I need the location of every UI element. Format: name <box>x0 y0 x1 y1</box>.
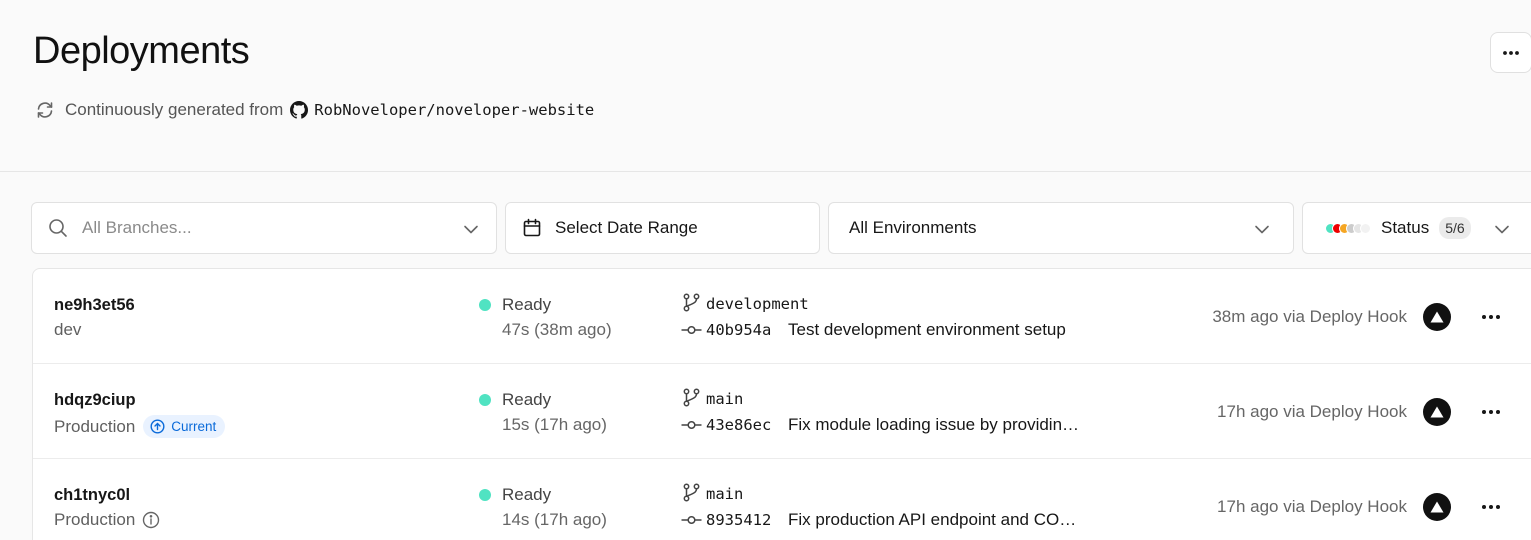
status-count-badge: 5/6 <box>1439 217 1471 239</box>
environment-name: dev <box>54 320 82 339</box>
commit-message[interactable]: Test development environment setup <box>788 320 1088 340</box>
deploy-source: 17h ago via Deploy Hook <box>1217 497 1407 516</box>
status-color-dots <box>1325 222 1371 234</box>
current-badge: Current <box>143 415 226 438</box>
row-more-button[interactable] <box>1478 305 1504 329</box>
page-header: Deployments Continuously generated from … <box>0 0 1531 172</box>
status-label: Ready <box>502 295 552 314</box>
status-label: Status <box>1381 218 1430 237</box>
branch-name[interactable]: main <box>706 485 743 503</box>
commit-hash[interactable]: 43e86ec <box>706 416 771 434</box>
deployment-row[interactable]: ch1tnyc0l Production Ready 14s (17h ago)… <box>33 459 1531 540</box>
avatar[interactable] <box>1423 493 1451 521</box>
environment-filter[interactable]: All Environments <box>828 202 1294 254</box>
deployment-row[interactable]: hdqz9ciup Production Current Ready 15s (… <box>33 364 1531 459</box>
commit-message[interactable]: Fix module loading issue by providing pr… <box>788 415 1088 435</box>
commit-hash[interactable]: 8935412 <box>706 511 771 529</box>
chevron-down-icon <box>1253 220 1271 238</box>
source-line: Continuously generated from RobNoveloper… <box>35 99 594 121</box>
build-duration: 15s (17h ago) <box>502 415 607 434</box>
deployment-environment: Production Current <box>54 415 226 438</box>
avatar[interactable] <box>1423 398 1451 426</box>
build-duration: 14s (17h ago) <box>502 510 607 529</box>
vercel-triangle-icon <box>1430 311 1444 323</box>
avatar[interactable] <box>1423 303 1451 331</box>
status-dot <box>479 489 491 501</box>
git-commit-icon <box>681 323 702 337</box>
deploy-source: 38m ago via Deploy Hook <box>1212 307 1407 326</box>
git-branch-icon <box>682 293 701 312</box>
status-dot <box>479 394 491 406</box>
deployment-row[interactable]: ne9h3et56 dev Ready 47s (38m ago) develo… <box>33 269 1531 364</box>
deployments-list: ne9h3et56 dev Ready 47s (38m ago) develo… <box>32 268 1531 540</box>
status-color-dot <box>1360 222 1371 234</box>
calendar-icon <box>522 218 542 238</box>
ellipsis-icon <box>1482 505 1500 509</box>
deployment-environment: dev <box>54 320 81 340</box>
environment-label: All Environments <box>849 218 977 237</box>
status-label: Ready <box>502 390 552 409</box>
search-icon <box>48 218 68 238</box>
commit-message[interactable]: Fix production API endpoint and CORS con… <box>788 510 1088 530</box>
arrow-up-circle-icon <box>150 419 165 434</box>
repo-link[interactable]: RobNoveloper/noveloper-website <box>314 101 594 119</box>
deploy-source: 17h ago via Deploy Hook <box>1217 402 1407 421</box>
row-more-button[interactable] <box>1478 495 1504 519</box>
info-icon[interactable] <box>142 511 160 529</box>
git-commit-icon <box>681 513 702 527</box>
deployment-id[interactable]: hdqz9ciup <box>54 391 136 410</box>
status-label: Ready <box>502 485 552 504</box>
git-branch-icon <box>682 388 701 407</box>
deployment-id[interactable]: ne9h3et56 <box>54 296 135 315</box>
ellipsis-icon <box>1503 50 1519 55</box>
environment-name: Production <box>54 510 136 529</box>
page-title: Deployments <box>33 30 250 72</box>
vercel-triangle-icon <box>1430 501 1444 513</box>
source-label: Continuously generated from <box>65 100 284 119</box>
environment-name: Production <box>54 416 136 436</box>
current-badge-label: Current <box>171 419 217 434</box>
row-more-button[interactable] <box>1478 400 1504 424</box>
branch-name[interactable]: development <box>706 295 809 313</box>
status-dot <box>479 299 491 311</box>
branch-filter[interactable]: All Branches... <box>31 202 497 254</box>
vercel-triangle-icon <box>1430 406 1444 418</box>
ellipsis-icon <box>1482 315 1500 319</box>
github-icon <box>290 101 309 119</box>
deployment-id[interactable]: ch1tnyc0l <box>54 486 130 505</box>
ellipsis-icon <box>1482 410 1500 414</box>
git-commit-icon <box>681 418 702 432</box>
commit-hash[interactable]: 40b954a <box>706 321 771 339</box>
chevron-down-icon <box>1493 220 1511 238</box>
sync-icon <box>35 100 55 120</box>
status-filter[interactable]: Status 5/6 <box>1302 202 1531 254</box>
date-range-label: Select Date Range <box>555 218 698 237</box>
date-range-filter[interactable]: Select Date Range <box>505 202 820 254</box>
chevron-down-icon <box>462 220 480 238</box>
branch-search-input[interactable]: All Branches... <box>82 218 192 238</box>
git-branch-icon <box>682 483 701 502</box>
deployment-environment: Production <box>54 510 160 530</box>
branch-name[interactable]: main <box>706 390 743 408</box>
more-options-button[interactable] <box>1490 32 1531 73</box>
build-duration: 47s (38m ago) <box>502 320 612 339</box>
